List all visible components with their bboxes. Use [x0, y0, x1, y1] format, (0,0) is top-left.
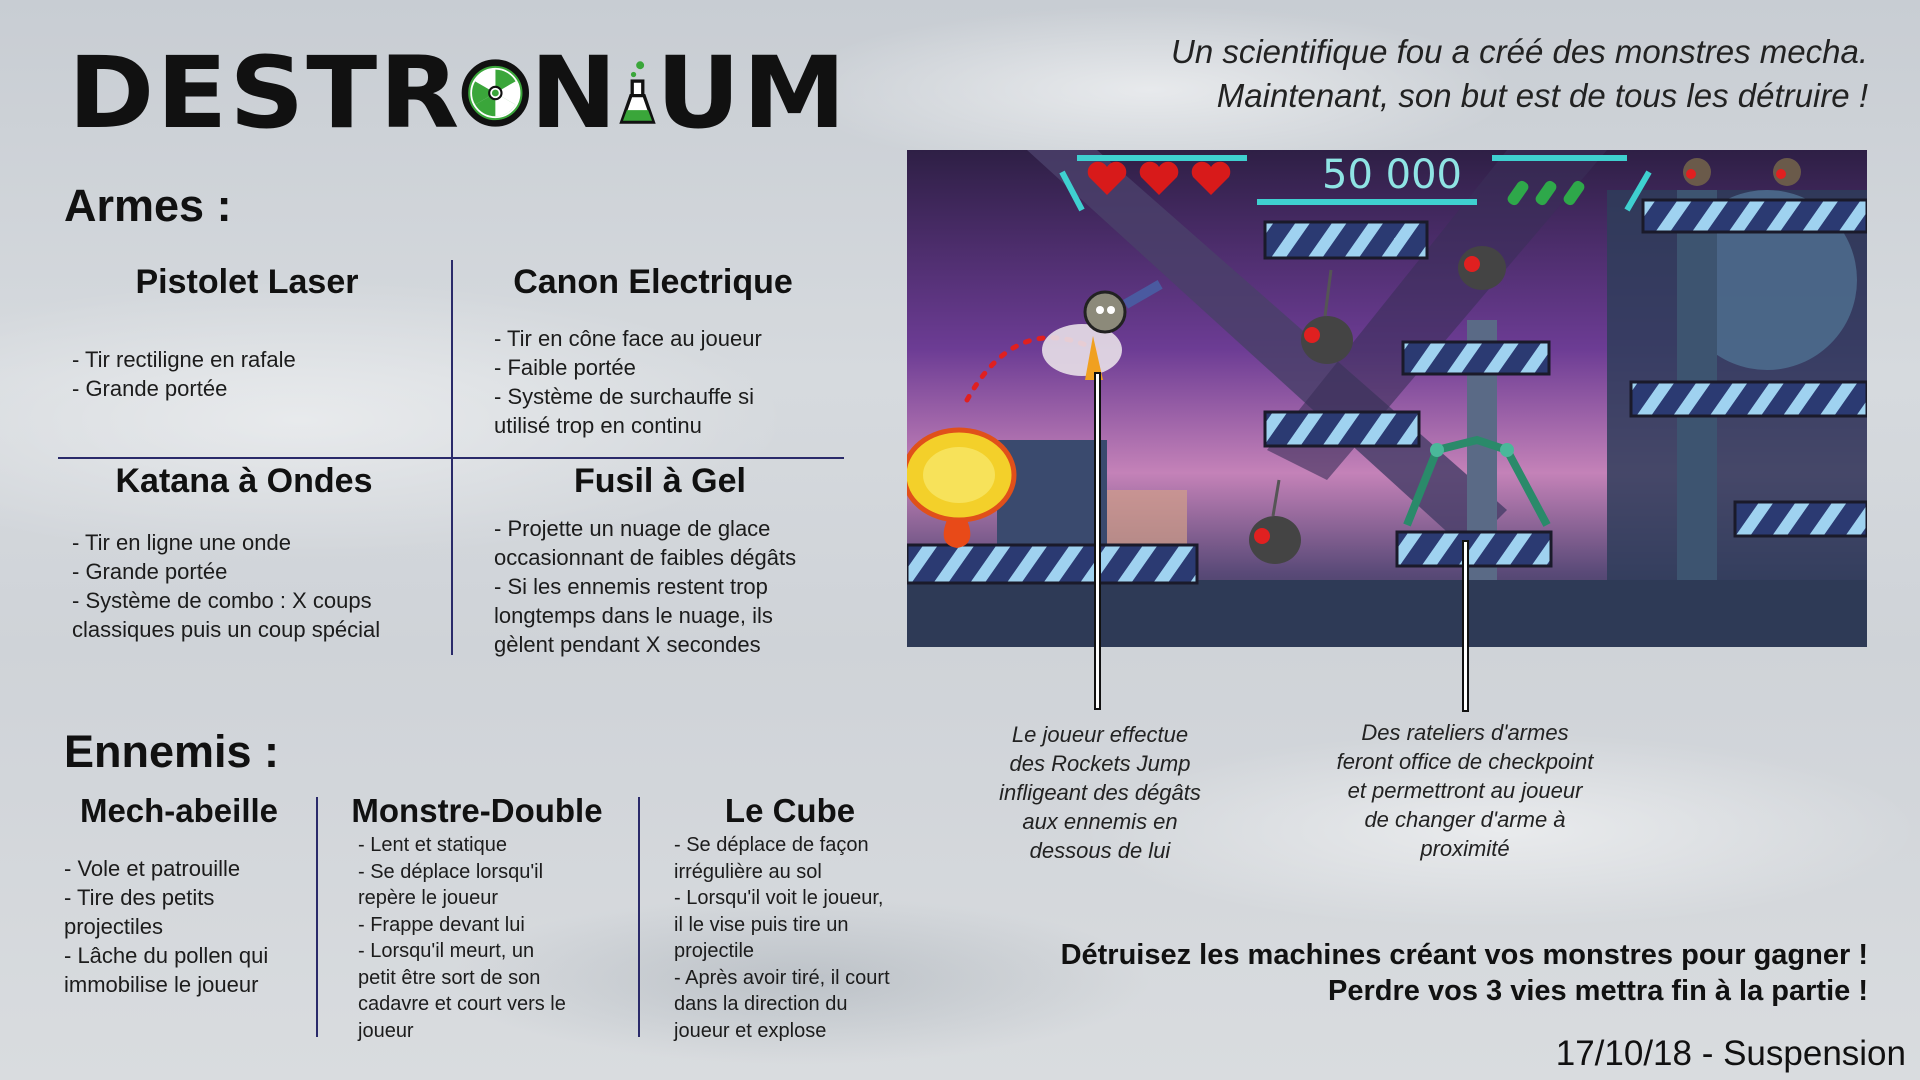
goal-text: Détruisez les machines créant vos monstr… — [1061, 937, 1868, 1009]
callout-weapon-rack: Des rateliers d'armes feront office de c… — [1336, 720, 1594, 861]
game-logo: DESTR N UM — [68, 38, 848, 148]
callout-rocket-jump: Le joueur effectue des Rockets Jump infl… — [999, 722, 1201, 863]
logo-text-left: DESTR — [68, 35, 462, 151]
date-footer: 17/10/18 - Suspension — [1555, 1034, 1906, 1073]
enemies-divider-2 — [638, 797, 640, 1037]
enemy-desc-monstre-double: - Lent et statique - Se déplace lorsqu'i… — [358, 834, 566, 1042]
weapon-title-pistolet-laser: Pistolet Laser — [135, 263, 359, 301]
enemy-title-mech-abeille: Mech-abeille — [79, 792, 279, 829]
goal-line-2: Perdre vos 3 vies mettra fin à la partie… — [1328, 975, 1868, 1007]
callout-pointer-rack — [1462, 540, 1469, 712]
tagline-line-1: Un scientifique fou a créé des monstres … — [1170, 33, 1868, 70]
weapon-title-katana-a-ondes: Katana à Ondes — [115, 462, 373, 500]
boss-icon-1 — [1683, 158, 1711, 186]
enemies-title: Ennemis : — [64, 726, 280, 777]
enemy-title-le-cube: Le Cube — [724, 792, 856, 829]
enemy-desc-mech-abeille: - Vole et patrouille - Tire des petits p… — [64, 856, 269, 997]
hud-score: 50 000 — [1322, 152, 1462, 198]
flask-icon — [619, 61, 656, 124]
tagline-line-2: Maintenant, son but est de tous les détr… — [1216, 77, 1868, 114]
logo-text-right: UM — [656, 35, 848, 151]
enemy-title-monstre-double: Monstre-Double — [351, 792, 603, 829]
mech-bee-2 — [1458, 246, 1506, 290]
tagline: Un scientifique fou a créé des monstres … — [1171, 30, 1868, 118]
logo-text-mid: N — [530, 35, 620, 151]
goal-line-1: Détruisez les machines créant vos monstr… — [1060, 939, 1868, 971]
weapon-desc-pistolet-laser: - Tir rectiligne en rafale - Grande port… — [72, 347, 296, 401]
weapon-title-canon-electrique: Canon Electrique — [513, 263, 793, 301]
weapon-title-fusil-a-gel: Fusil à Gel — [574, 462, 746, 500]
weapons-title: Armes : — [64, 180, 232, 231]
enemies-divider-1 — [316, 797, 318, 1037]
callout-pointer-rocket — [1094, 372, 1101, 710]
boss-icon-2 — [1773, 158, 1801, 186]
game-screenshot: 50 000 — [907, 150, 1867, 647]
weapon-desc-canon-electrique: - Tir en cône face au joueur - Faible po… — [494, 326, 762, 438]
game-scene — [907, 150, 1867, 647]
enemy-desc-le-cube: - Se déplace de façon irrégulière au sol… — [674, 834, 890, 1042]
radiation-icon — [461, 59, 530, 127]
weapons-divider-horizontal — [58, 457, 844, 459]
weapon-desc-katana-a-ondes: - Tir en ligne une onde - Grande portée … — [72, 530, 381, 642]
weapon-desc-fusil-a-gel: - Projette un nuage de glace occasionnan… — [494, 516, 797, 657]
